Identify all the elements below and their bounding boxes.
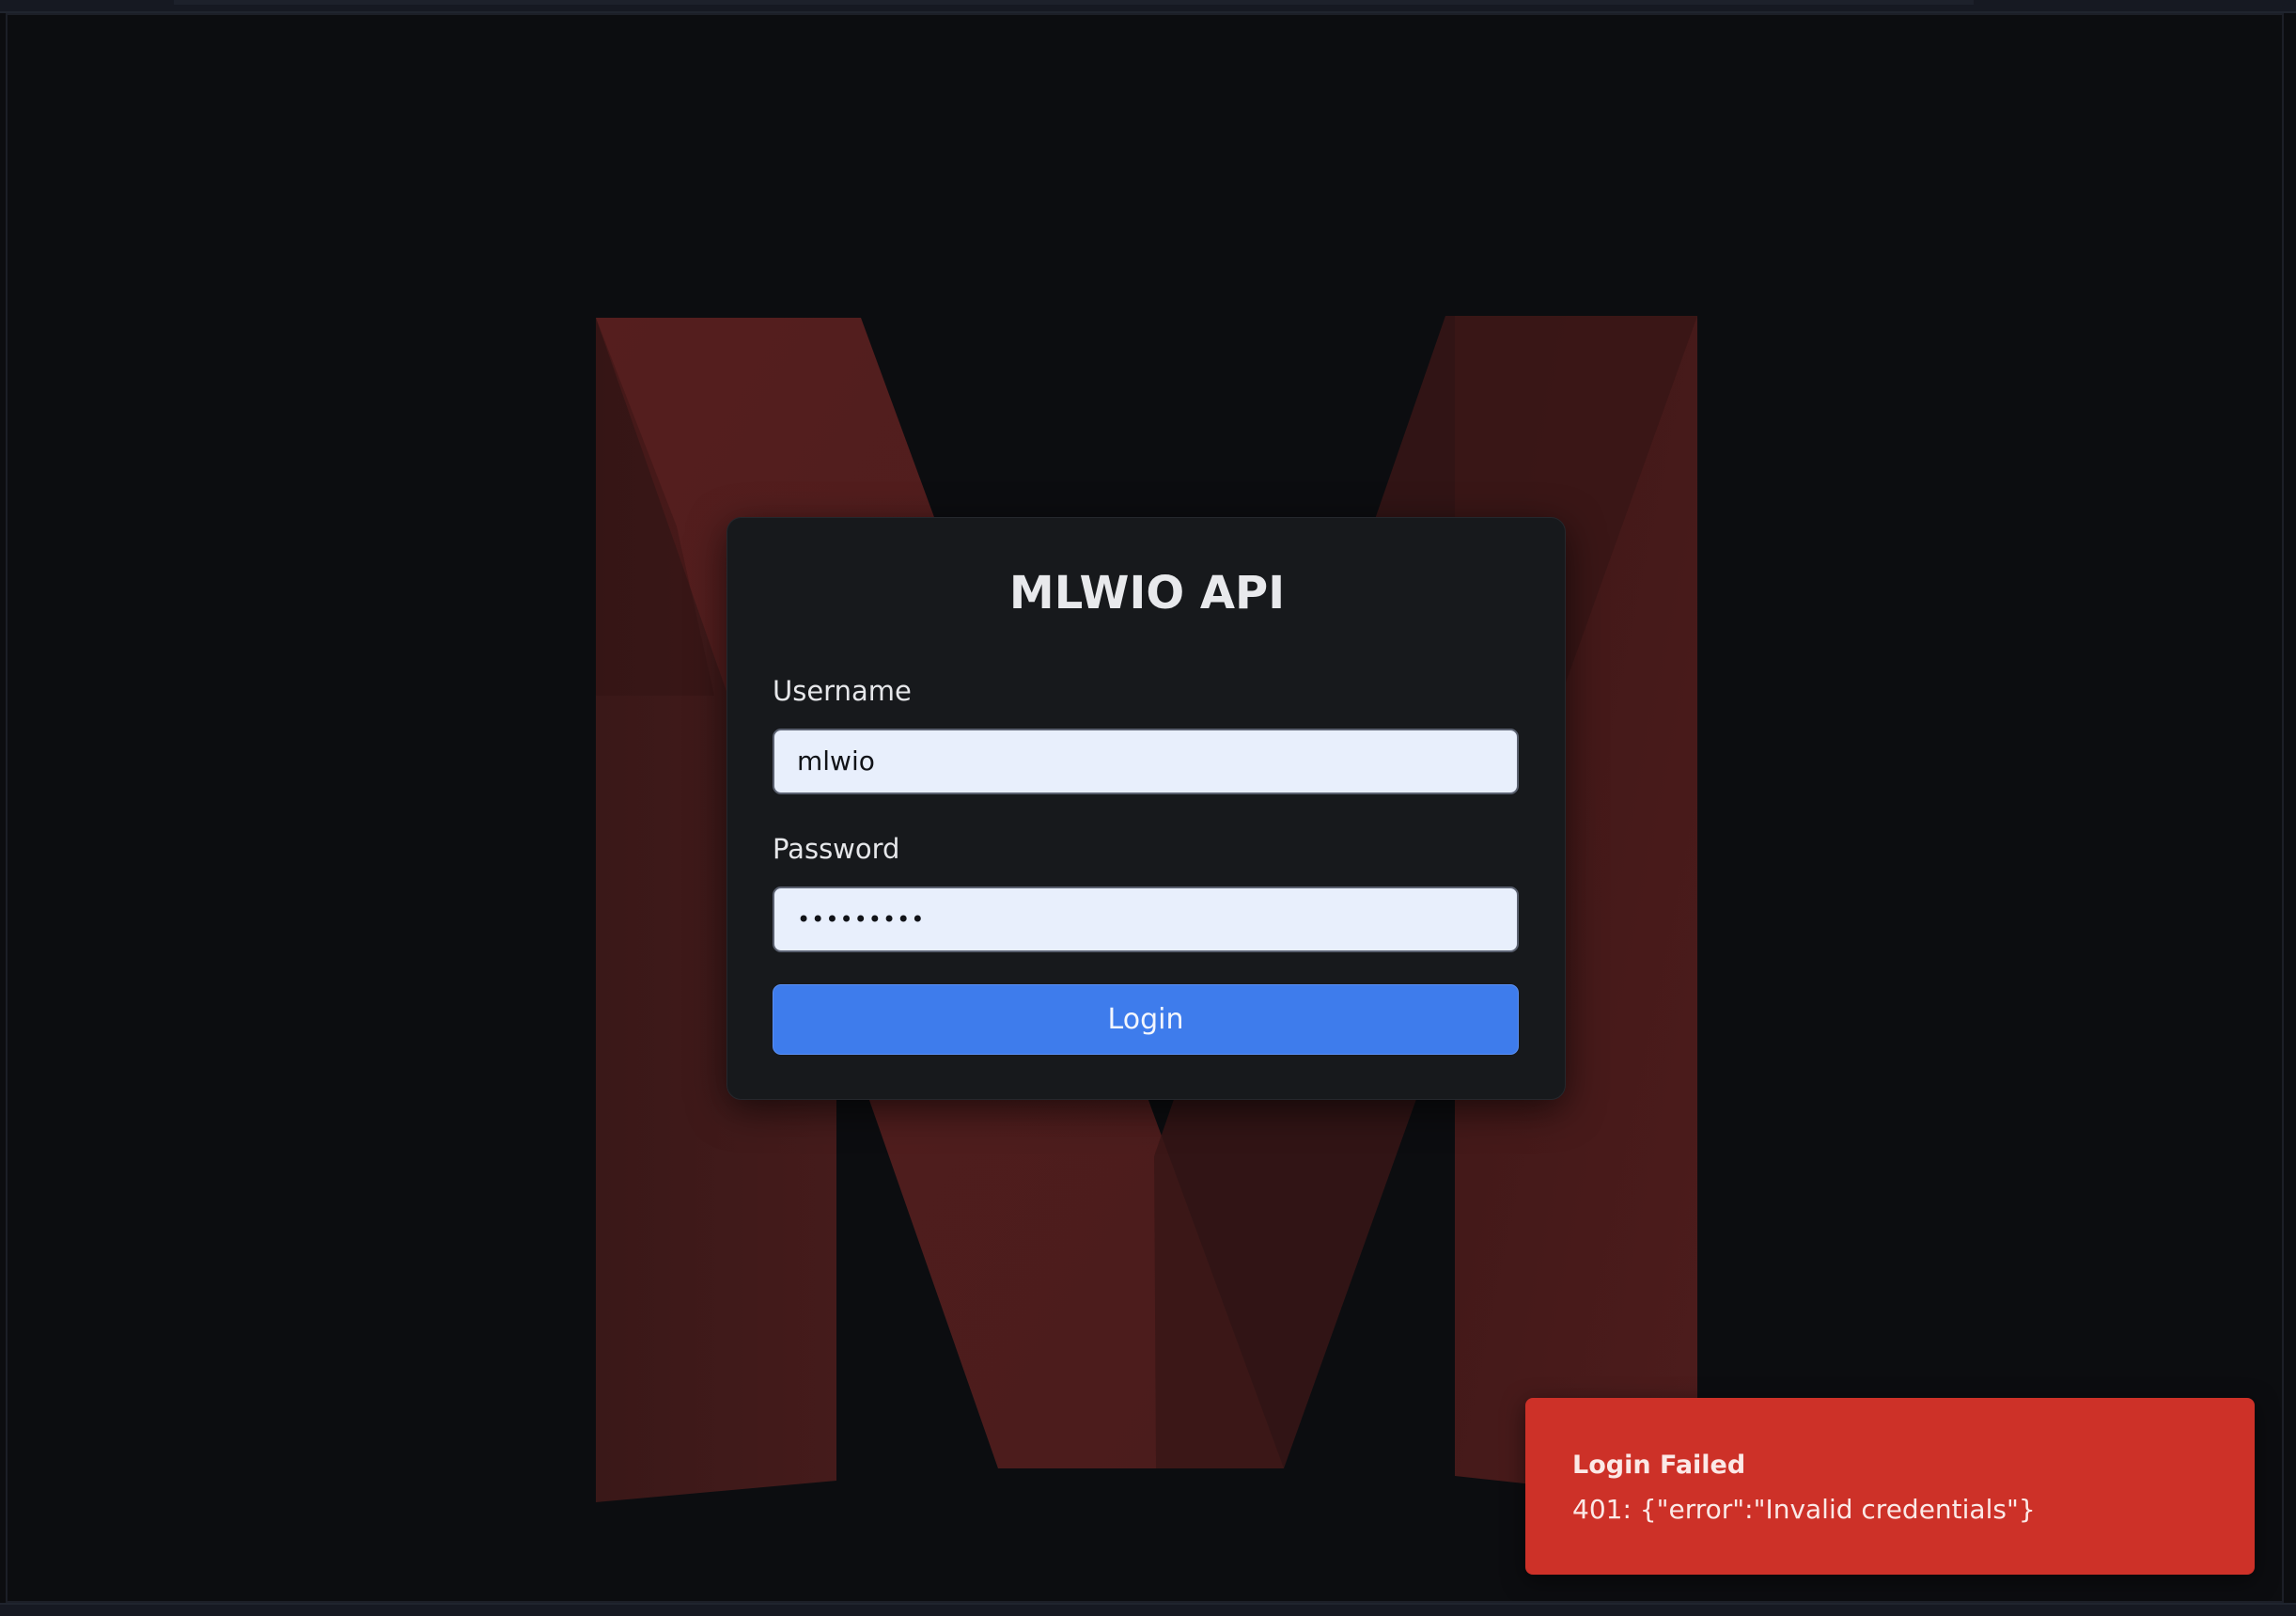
password-label: Password <box>773 833 900 865</box>
error-toast[interactable]: Login Failed 401: {"error":"Invalid cred… <box>1525 1398 2255 1575</box>
username-label: Username <box>773 675 912 707</box>
toast-title: Login Failed <box>1572 1451 1746 1480</box>
login-button[interactable]: Login <box>773 984 1519 1055</box>
bottom-bar <box>0 1603 2296 1616</box>
page-title: MLWIO API <box>1008 567 1286 620</box>
toast-message: 401: {"error":"Invalid credentials"} <box>1572 1494 2036 1525</box>
password-field[interactable]: ••••••••• <box>773 886 1519 952</box>
username-field[interactable]: mlwio <box>773 729 1519 794</box>
login-card: MLWIO API Username mlwio Password ••••••… <box>726 517 1566 1100</box>
login-page: MLWIO API Username mlwio Password ••••••… <box>0 0 2296 1616</box>
